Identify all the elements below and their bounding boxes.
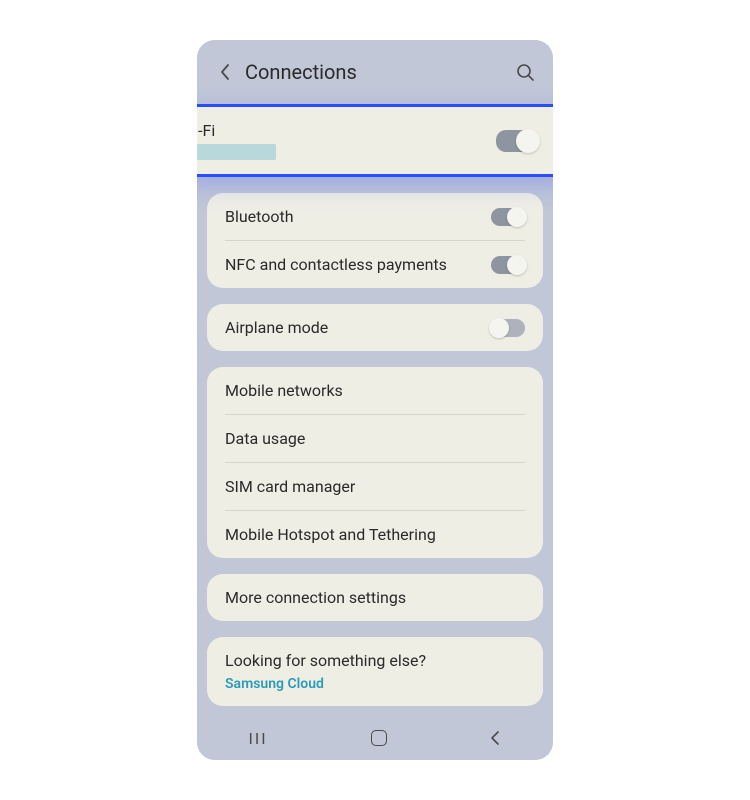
- group-footer: Looking for something else? Samsung Clou…: [207, 637, 543, 706]
- sim-row[interactable]: SIM card manager: [207, 463, 543, 510]
- nav-bar: III: [197, 716, 553, 760]
- data-usage-label: Data usage: [225, 429, 525, 448]
- bluetooth-row[interactable]: Bluetooth: [207, 193, 543, 240]
- wifi-toggle[interactable]: [496, 130, 538, 152]
- search-icon[interactable]: [513, 60, 537, 84]
- page-title: Connections: [245, 60, 513, 84]
- group-more: More connection settings: [207, 574, 543, 621]
- wifi-network-name-redacted: [197, 144, 276, 160]
- nav-back-icon[interactable]: [489, 730, 501, 746]
- group-bluetooth-nfc: Bluetooth NFC and contactless payments: [207, 193, 543, 288]
- hotspot-row[interactable]: Mobile Hotspot and Tethering: [207, 511, 543, 558]
- mobile-networks-label: Mobile networks: [225, 381, 525, 400]
- wifi-label: Wi-Fi: [197, 121, 496, 140]
- mobile-networks-row[interactable]: Mobile networks: [207, 367, 543, 414]
- header: Connections: [197, 40, 553, 104]
- content: Wi-Fi Bluetooth NFC and contactless paym…: [197, 104, 553, 706]
- more-settings-row[interactable]: More connection settings: [207, 574, 543, 621]
- nfc-label: NFC and contactless payments: [225, 255, 491, 274]
- airplane-row[interactable]: Airplane mode: [207, 304, 543, 351]
- nav-home-icon[interactable]: [371, 730, 387, 746]
- footer-prompt: Looking for something else?: [207, 637, 543, 676]
- airplane-label: Airplane mode: [225, 318, 491, 337]
- nfc-row[interactable]: NFC and contactless payments: [207, 241, 543, 288]
- data-usage-row[interactable]: Data usage: [207, 415, 543, 462]
- samsung-cloud-link[interactable]: Samsung Cloud: [207, 676, 543, 706]
- phone-frame: Connections Wi-Fi Bluetooth NFC and cont…: [197, 40, 553, 760]
- hotspot-label: Mobile Hotspot and Tethering: [225, 525, 525, 544]
- group-network: Mobile networks Data usage SIM card mana…: [207, 367, 543, 558]
- more-settings-label: More connection settings: [225, 588, 525, 607]
- nfc-toggle[interactable]: [491, 256, 525, 274]
- bluetooth-label: Bluetooth: [225, 207, 491, 226]
- bluetooth-toggle[interactable]: [491, 208, 525, 226]
- nav-recents-icon[interactable]: III: [248, 729, 267, 748]
- group-airplane: Airplane mode: [207, 304, 543, 351]
- wifi-row-highlight[interactable]: Wi-Fi: [197, 104, 553, 177]
- back-icon[interactable]: [213, 60, 237, 84]
- sim-label: SIM card manager: [225, 477, 525, 496]
- airplane-toggle[interactable]: [491, 319, 525, 337]
